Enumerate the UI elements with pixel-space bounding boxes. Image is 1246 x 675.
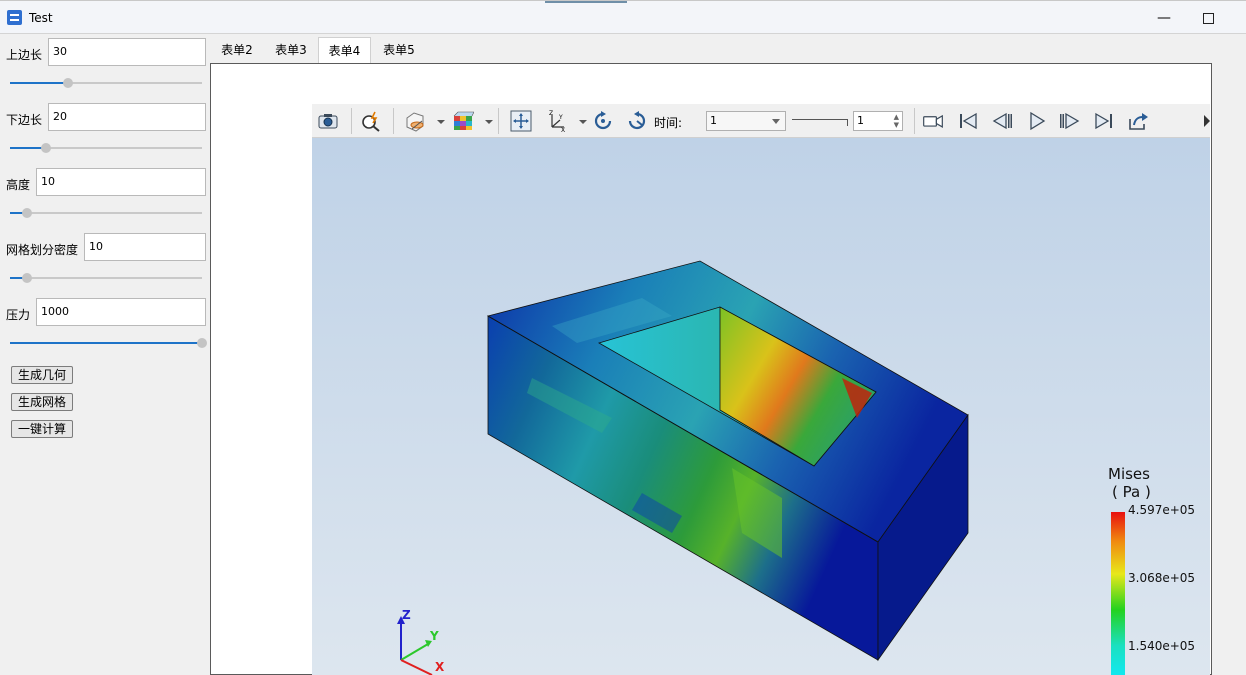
compute-button[interactable]: 一键计算 xyxy=(11,420,74,438)
clip-plane-icon[interactable] xyxy=(404,110,426,132)
maximize-button[interactable] xyxy=(1196,8,1220,28)
param-label-bottom-length: 下边长 xyxy=(6,113,43,127)
window-title: Test xyxy=(29,11,53,25)
maximize-icon xyxy=(1202,13,1214,24)
mesh-density-slider[interactable] xyxy=(10,272,202,284)
legend-max: 4.597e+05 xyxy=(1128,503,1196,517)
viewer-toolbar: ZY X 时间: 1 1 ▲ ▼ xyxy=(312,104,1210,138)
generate-geometry-button[interactable]: 生成几何 xyxy=(11,366,74,384)
tab-form3[interactable]: 表单3 xyxy=(265,37,317,64)
time-step-value: 1 xyxy=(857,114,864,127)
title-accent-bar xyxy=(545,1,627,3)
bottom-length-input[interactable]: 20 xyxy=(48,103,206,131)
height-slider[interactable] xyxy=(10,207,202,219)
axis-triad: Z Y X xyxy=(397,608,445,675)
fit-view-icon[interactable] xyxy=(510,110,532,132)
time-slider[interactable] xyxy=(792,117,848,127)
viewport-3d[interactable]: Z Y X Mises ( Pa ) 4.597e+05 3.068e+05 1… xyxy=(312,138,1210,675)
spin-arrows-icon: ▲ ▼ xyxy=(893,113,899,129)
toolbar-overflow-icon[interactable] xyxy=(1196,110,1210,132)
title-bar: Test — xyxy=(0,0,1246,34)
legend-unit: ( Pa ) xyxy=(1112,483,1151,501)
tab-form5[interactable]: 表单5 xyxy=(373,37,425,64)
axis-z-label: Z xyxy=(402,608,411,622)
slider-thumb[interactable] xyxy=(62,78,73,88)
record-video-icon[interactable] xyxy=(922,110,948,132)
time-step-spinbox[interactable]: 1 ▲ ▼ xyxy=(853,111,903,131)
stress-contour-model: Z Y X xyxy=(397,260,1125,675)
tab-form2[interactable]: 表单2 xyxy=(211,37,263,64)
legend-title: Mises xyxy=(1108,465,1150,483)
time-select[interactable]: 1 xyxy=(706,111,786,131)
axis-x-label: X xyxy=(435,660,445,674)
legend-mid: 3.068e+05 xyxy=(1128,571,1196,585)
legend-low: 1.540e+05 xyxy=(1128,639,1196,653)
svg-text:Z: Z xyxy=(549,110,553,117)
zoom-query-icon[interactable] xyxy=(360,110,382,132)
first-frame-icon[interactable] xyxy=(957,110,979,132)
height-input[interactable]: 10 xyxy=(36,168,206,196)
svg-text:X: X xyxy=(561,127,565,132)
top-length-input[interactable]: 30 xyxy=(48,38,206,66)
chevron-down-icon[interactable] xyxy=(478,110,493,132)
slider-thumb[interactable] xyxy=(197,338,207,348)
param-label-pressure: 压力 xyxy=(6,308,31,322)
next-frame-icon[interactable] xyxy=(1059,110,1081,132)
minimize-button[interactable]: — xyxy=(1152,8,1176,28)
pressure-slider[interactable] xyxy=(10,337,207,349)
axis-y-label: Y xyxy=(429,629,439,643)
slider-thumb[interactable] xyxy=(22,208,33,218)
mesh-display-icon[interactable] xyxy=(452,110,475,132)
axes-orientation-icon[interactable]: ZY X xyxy=(546,110,568,134)
camera-icon[interactable] xyxy=(317,110,339,132)
mesh-density-input[interactable]: 10 xyxy=(84,233,206,261)
generate-mesh-button[interactable]: 生成网格 xyxy=(11,393,74,411)
export-icon[interactable] xyxy=(1127,110,1149,132)
rotate-cw-icon[interactable] xyxy=(592,110,614,132)
tab-form4[interactable]: 表单4 xyxy=(318,37,371,64)
param-label-mesh-density: 网格划分密度 xyxy=(6,243,79,257)
slider-thumb[interactable] xyxy=(41,143,52,153)
top-length-slider[interactable] xyxy=(10,77,202,89)
chevron-down-icon xyxy=(772,119,780,124)
param-label-height: 高度 xyxy=(6,178,31,192)
app-icon xyxy=(7,10,22,25)
chevron-down-icon[interactable] xyxy=(572,110,587,132)
time-select-value: 1 xyxy=(710,114,717,127)
chevron-down-icon[interactable] xyxy=(430,110,445,132)
rotate-ccw-icon[interactable] xyxy=(626,110,648,132)
bottom-length-slider[interactable] xyxy=(10,142,202,154)
legend-color-bar xyxy=(1111,512,1125,675)
play-icon[interactable] xyxy=(1026,110,1048,132)
param-label-top-length: 上边长 xyxy=(6,48,43,62)
previous-frame-icon[interactable] xyxy=(991,110,1013,132)
svg-text:Y: Y xyxy=(558,114,563,121)
last-frame-icon[interactable] xyxy=(1093,110,1115,132)
time-label: 时间: xyxy=(654,116,683,130)
slider-thumb[interactable] xyxy=(22,273,33,283)
pressure-input[interactable]: 1000 xyxy=(36,298,206,326)
